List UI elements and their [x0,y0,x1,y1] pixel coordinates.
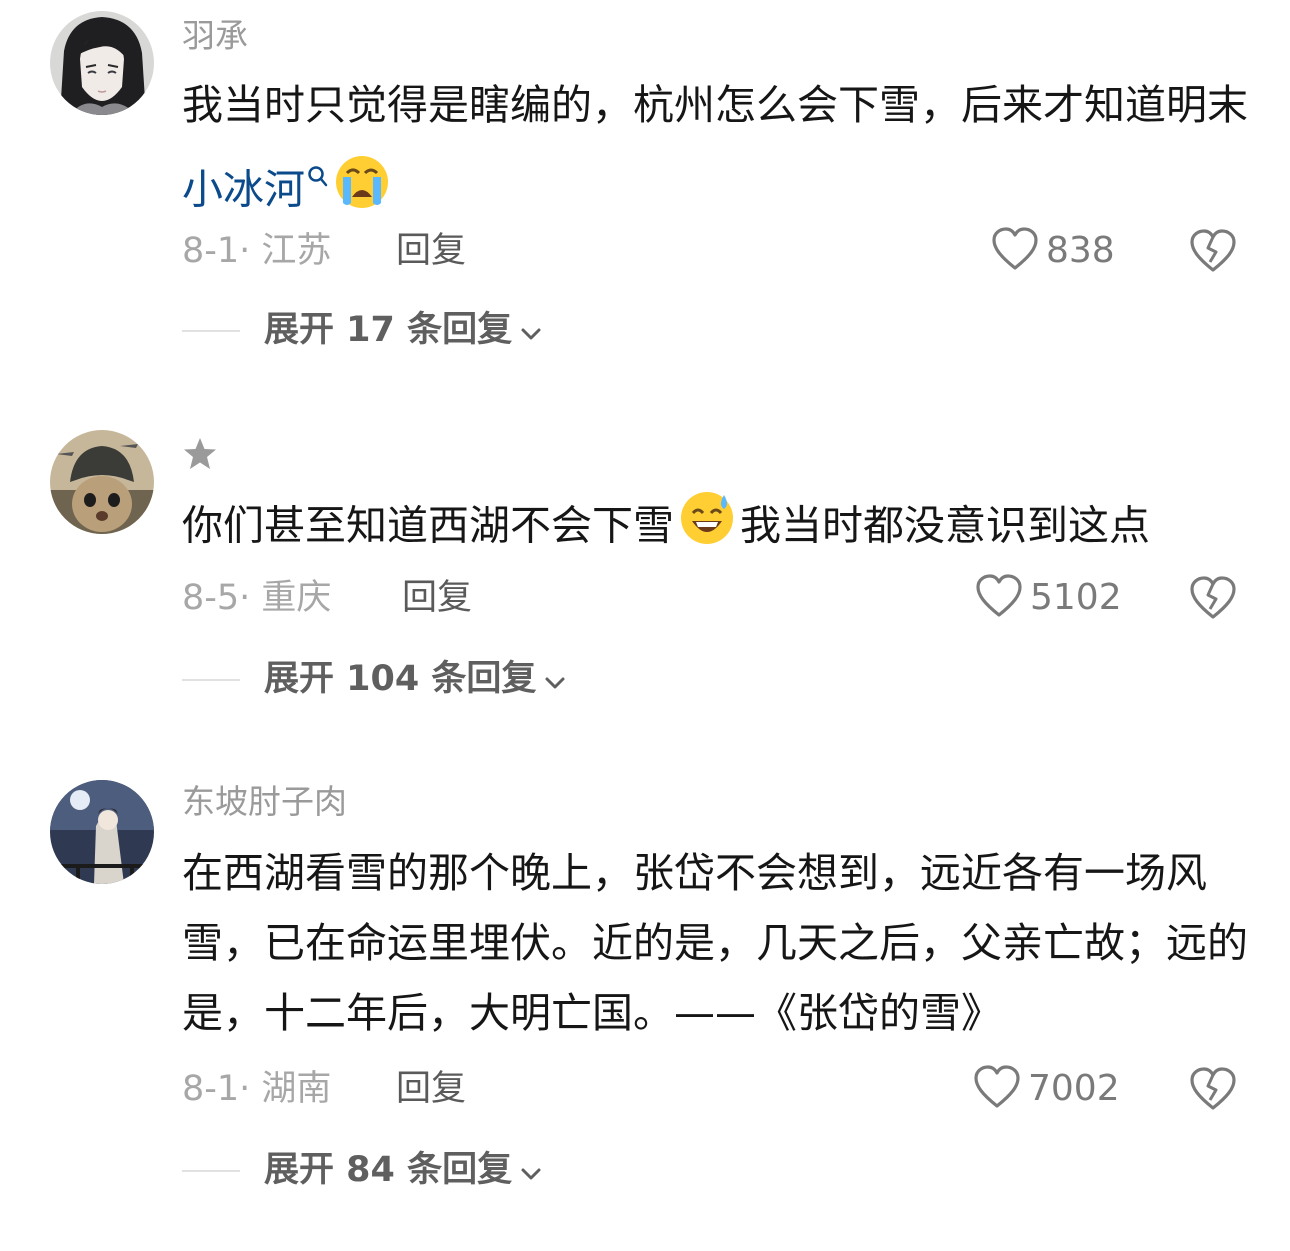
reply-button[interactable]: 回复 [396,229,466,273]
comment-meta: 8-5· 重庆 回复 5102 [182,573,1262,623]
expand-replies-button[interactable]: 展开 17 条回复 [182,308,782,352]
chevron-down-icon [520,309,542,353]
expand-replies-label: 展开 84 条回复 [264,1150,513,1190]
like-button[interactable]: 838 [990,226,1115,276]
heart-outline-icon [974,573,1024,623]
dislike-button[interactable] [1188,1066,1238,1116]
heart-outline-icon [972,1064,1022,1114]
comment-meta: 8-1· 江苏 回复 838 [182,226,1262,276]
star-icon [184,438,216,469]
like-count: 7002 [1028,1068,1120,1109]
like-count: 838 [1046,230,1115,271]
dislike-button[interactable] [1188,228,1238,278]
broken-heart-icon [1188,1067,1238,1116]
avatar[interactable] [50,430,154,534]
loudly-crying-face-emoji [333,153,391,232]
reply-button[interactable]: 回复 [396,1067,466,1111]
comment-date-location: 8-1· 江苏 [182,231,332,271]
comment-meta: 8-1· 湖南 回复 7002 [182,1064,1262,1114]
comment-username[interactable]: 羽承 [182,16,248,56]
dislike-button[interactable] [1188,575,1238,625]
reply-button[interactable]: 回复 [402,576,472,620]
grinning-sweat-face-emoji [678,489,736,568]
comment-text: 你们甚至知道西湖不会下雪 我当时都没意识到这点 [182,489,1257,568]
like-count: 5102 [1030,577,1122,618]
avatar[interactable] [50,780,154,884]
comment-date-location: 8-5· 重庆 [182,578,332,618]
comment-text-body: 我当时只觉得是瞎编的，杭州怎么会下雪，后来才知道明末 [182,81,1248,129]
divider [182,1170,240,1172]
avatar[interactable] [50,11,154,115]
search-link[interactable]: 小冰河 [182,166,305,214]
comment-date-location: 8-1· 湖南 [182,1069,332,1109]
chevron-down-icon [520,1149,542,1193]
comment-username[interactable]: ★ [182,436,218,476]
expand-replies-button[interactable]: 展开 104 条回复 [182,657,782,701]
expand-replies-label: 展开 104 条回复 [264,659,537,699]
comment-text: 我当时只觉得是瞎编的，杭州怎么会下雪，后来才知道明末小冰河 [182,70,1257,232]
divider [182,330,240,332]
like-button[interactable]: 7002 [972,1064,1120,1114]
comment-text-tail: 我当时都没意识到这点 [740,501,1150,550]
expand-replies-label: 展开 17 条回复 [264,310,513,350]
divider [182,679,240,681]
chevron-down-icon [544,658,566,702]
expand-replies-button[interactable]: 展开 84 条回复 [182,1148,782,1192]
search-icon[interactable] [307,140,329,210]
comment-text: 在西湖看雪的那个晚上，张岱不会想到，远近各有一场风雪，已在命运里埋伏。近的是，几… [182,849,1248,1037]
broken-heart-icon [1188,229,1238,278]
heart-outline-icon [990,226,1040,276]
like-button[interactable]: 5102 [974,573,1122,623]
broken-heart-icon [1188,576,1238,625]
comment-username[interactable]: 东坡肘子肉 [182,782,347,822]
comment-text-body: 你们甚至知道西湖不会下雪 [182,501,674,550]
